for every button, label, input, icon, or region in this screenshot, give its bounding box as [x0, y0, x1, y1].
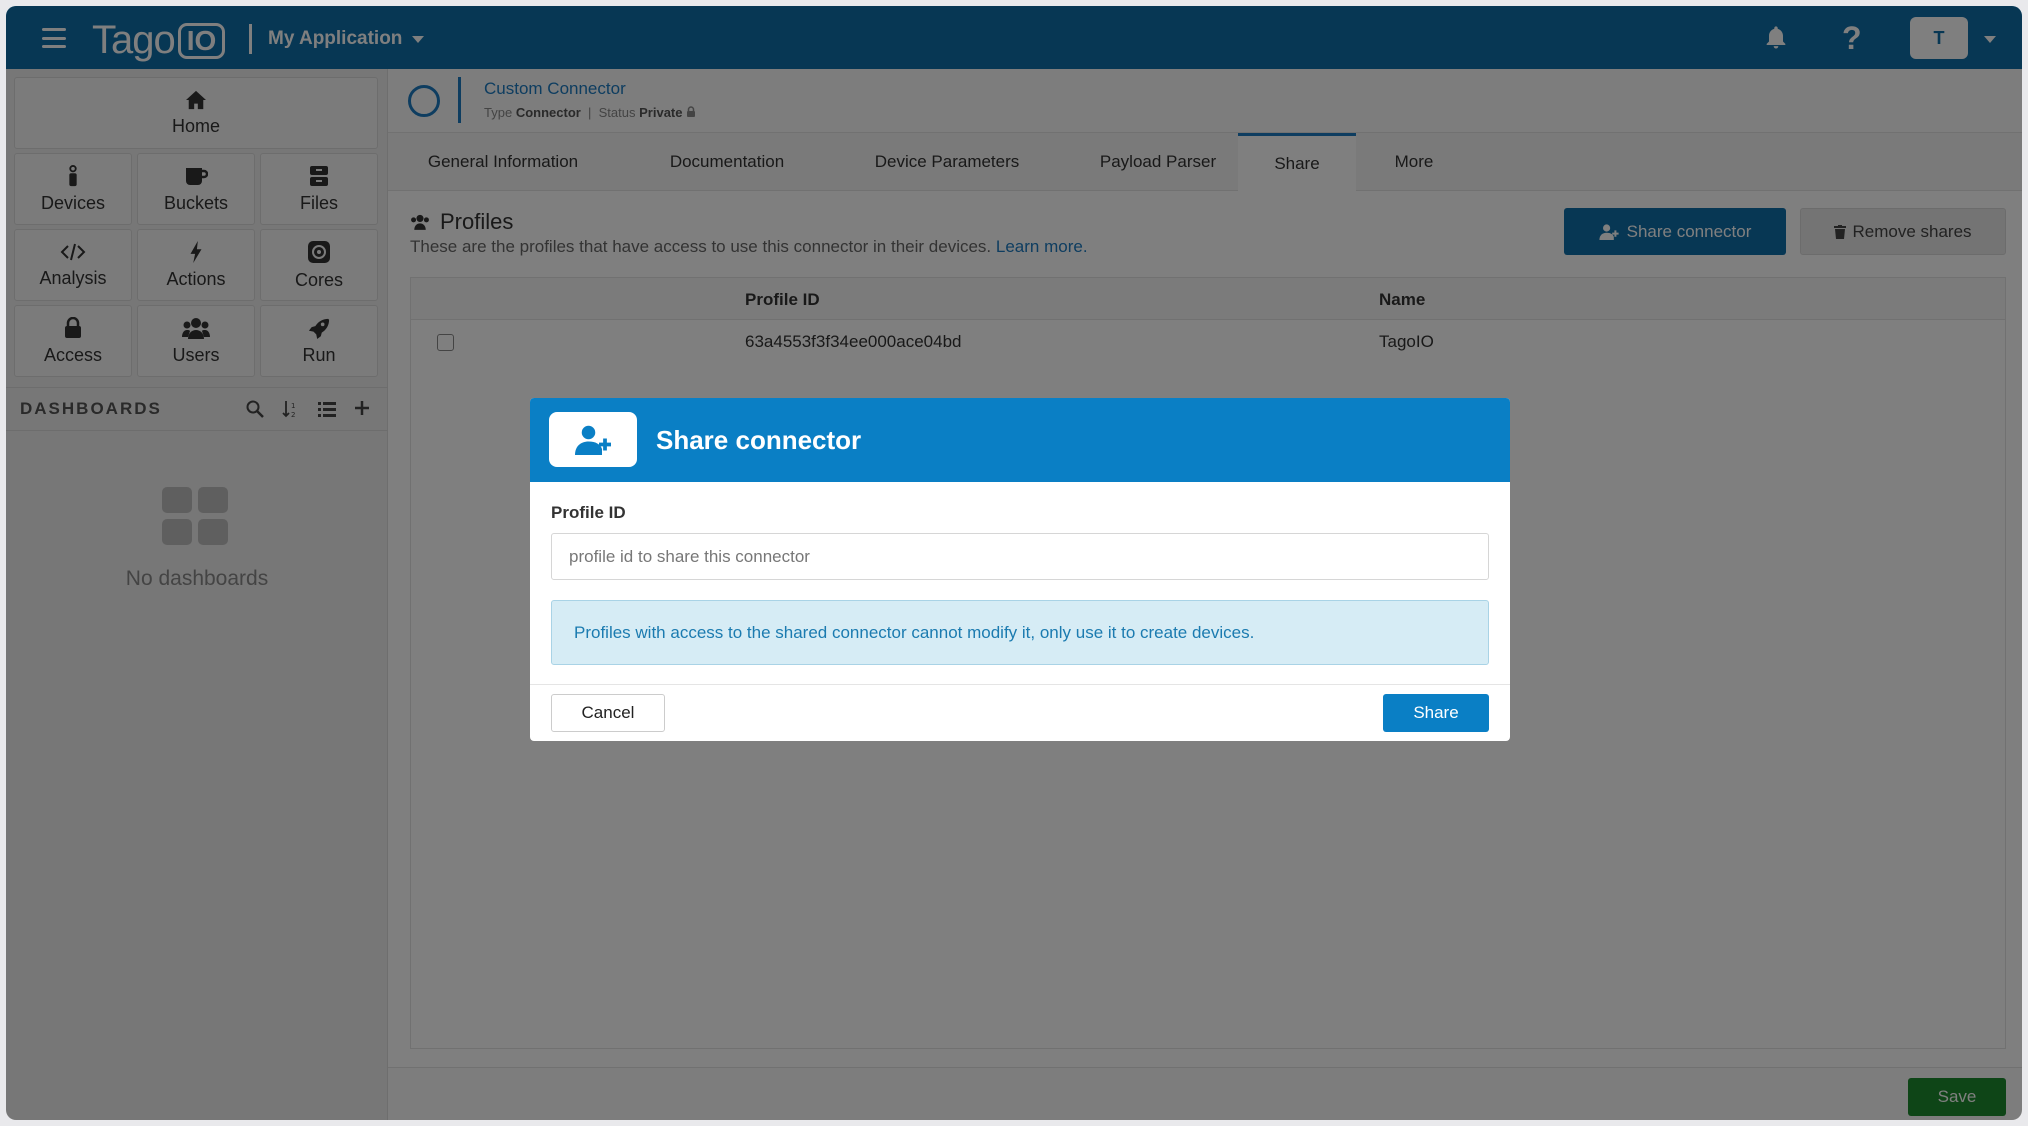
- cancel-button[interactable]: Cancel: [551, 694, 665, 732]
- modal-title: Share connector: [656, 425, 862, 455]
- user-plus-icon: [549, 412, 637, 467]
- modal-footer: Cancel Share: [530, 684, 1510, 741]
- share-button[interactable]: Share: [1383, 694, 1489, 732]
- profile-id-input[interactable]: [551, 533, 1489, 580]
- app-window: Tago IO My Application ? T Home Devices: [6, 6, 2022, 1120]
- modal-header: Share connector: [530, 398, 1510, 482]
- info-alert: Profiles with access to the shared conne…: [551, 600, 1489, 665]
- profile-id-label: Profile ID: [551, 503, 626, 522]
- share-connector-modal: Share connector Profile ID Profiles with…: [530, 398, 1510, 741]
